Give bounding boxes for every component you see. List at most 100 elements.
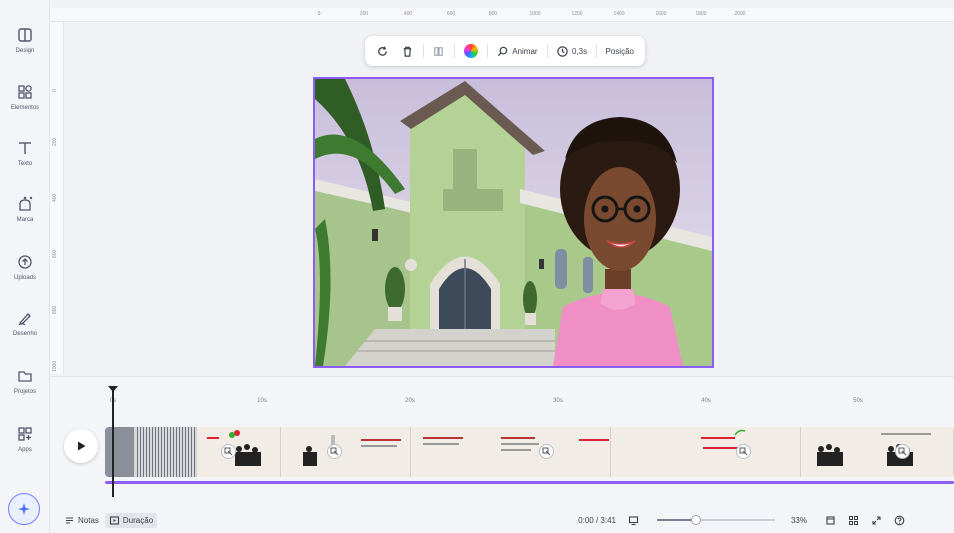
brand-icon	[19, 196, 33, 211]
scene-clip[interactable]	[197, 427, 281, 477]
sidebar-item-desenho[interactable]: Desenho	[0, 309, 50, 353]
layout-icon	[18, 28, 32, 42]
timeline-mark: 10s	[257, 398, 267, 404]
text-slide-thumbnail	[701, 429, 746, 449]
transition-button[interactable]	[221, 444, 236, 459]
ruler-tick: 800	[52, 305, 58, 314]
page-view-button[interactable]	[821, 513, 840, 528]
transition-icon	[739, 447, 748, 456]
element-toolbar: Animar 0,3s Posição	[365, 36, 645, 66]
ruler-tick: 0	[52, 89, 58, 92]
position-button[interactable]: Posição	[603, 40, 637, 62]
notes-label: Notas	[78, 515, 99, 525]
ruler-horizontal: 0 200 400 600 800 1000 1200 1400 1600 18…	[50, 8, 954, 22]
ruler-tick: 400	[403, 11, 413, 17]
upload-icon	[18, 255, 32, 269]
play-button[interactable]	[64, 429, 98, 463]
draw-icon	[18, 313, 31, 326]
scene-clip[interactable]	[281, 427, 411, 477]
sidebar-item-design[interactable]: Design	[0, 26, 50, 70]
zoom-thumb[interactable]	[690, 515, 701, 525]
sidebar-item-label: Desenho	[12, 331, 38, 337]
position-label: Posição	[605, 46, 634, 56]
duration-toggle[interactable]: Duração	[104, 512, 158, 528]
flip-button[interactable]	[429, 40, 448, 62]
notes-icon	[66, 516, 73, 524]
page-icon	[826, 515, 835, 525]
sidebar-item-label: Marca	[16, 217, 34, 223]
apps-icon	[18, 427, 32, 441]
fullscreen-button[interactable]	[867, 513, 886, 528]
duration-button[interactable]: 0,3s	[553, 40, 590, 62]
sidebar-item-texto[interactable]: Texto	[0, 139, 50, 183]
ruler-tick: 800	[488, 11, 498, 17]
sidebar-item-label: Elementos	[10, 105, 40, 111]
transition-button[interactable]	[895, 444, 910, 459]
trash-icon	[403, 46, 412, 57]
playhead-handle[interactable]	[108, 386, 118, 392]
flip-icon	[434, 46, 444, 56]
play-icon	[78, 441, 86, 451]
expand-icon	[872, 515, 881, 525]
scene-clip[interactable]	[611, 427, 801, 477]
sidebar-item-apps[interactable]: Apps	[0, 425, 50, 469]
ruler-tick: 200	[359, 11, 369, 17]
color-button[interactable]	[461, 40, 481, 62]
grid-view-button[interactable]	[844, 513, 863, 528]
transition-button[interactable]	[736, 444, 751, 459]
zoom-level: 33%	[790, 515, 807, 525]
animate-button[interactable]: Animar	[493, 40, 540, 62]
notes-button[interactable]: Notas	[60, 513, 103, 528]
sidebar-item-label: Apps	[18, 447, 32, 453]
ruler-tick: 1400	[613, 11, 625, 17]
ruler-vertical: 0 200 400 600 800 1000	[50, 22, 64, 374]
ruler-tick: 600	[52, 249, 58, 258]
left-sidebar: Design Elementos Texto Marca Uploads Des…	[0, 0, 50, 533]
slide-illustration	[315, 79, 712, 366]
delete-button[interactable]	[398, 40, 417, 62]
sidebar-item-elementos[interactable]: Elementos	[0, 83, 50, 127]
sidebar-item-projetos[interactable]: Projetos	[0, 367, 50, 411]
zoom-slider[interactable]	[656, 515, 775, 525]
help-button[interactable]	[890, 513, 909, 528]
ruler-tick: 600	[446, 11, 456, 17]
playhead[interactable]	[112, 387, 114, 497]
crowd-thumbnail	[817, 433, 931, 466]
scene-clip[interactable]	[135, 427, 197, 477]
scene-clip[interactable]	[801, 427, 954, 477]
text-slide-thumbnail	[303, 435, 401, 466]
scene-track[interactable]	[105, 427, 954, 477]
grid-icon	[848, 515, 858, 525]
ruler-tick: 1000	[52, 360, 58, 372]
ruler-tick: 400	[52, 193, 58, 202]
present-button[interactable]	[624, 513, 643, 528]
sidebar-item-label: Design	[15, 48, 35, 54]
transition-icon	[542, 447, 551, 456]
monitor-icon	[628, 515, 639, 525]
ruler-tick: 1800	[695, 11, 707, 17]
replace-button[interactable]	[373, 40, 392, 62]
duration-label: 0,3s	[571, 46, 588, 56]
transition-button[interactable]	[539, 444, 554, 459]
magic-assistant-button[interactable]	[8, 493, 40, 525]
timeline-mark: 30s	[553, 398, 563, 404]
design-canvas[interactable]	[313, 77, 714, 368]
sidebar-item-label: Texto	[17, 161, 33, 167]
timeline-mark: 50s	[853, 398, 863, 404]
sidebar-item-marca[interactable]: Marca	[0, 195, 50, 239]
crowd-thumbnail	[207, 430, 261, 466]
transition-button[interactable]	[327, 444, 342, 459]
help-icon	[894, 515, 905, 525]
scene-clip[interactable]	[411, 427, 611, 477]
timeline-panel: 0s 10s 20s 30s 40s 50s	[50, 376, 954, 507]
timeline-mark: 40s	[701, 398, 711, 404]
transition-icon	[224, 447, 233, 456]
ruler-tick: 2000	[734, 11, 746, 17]
text-slide-thumbnail	[423, 437, 609, 451]
time-display: 0:00 / 3:41	[578, 515, 616, 525]
sidebar-item-uploads[interactable]: Uploads	[0, 253, 50, 297]
text-icon	[19, 142, 31, 154]
refresh-icon	[378, 45, 387, 56]
audio-track-line[interactable]	[105, 481, 954, 484]
scene-clip[interactable]	[105, 427, 135, 477]
